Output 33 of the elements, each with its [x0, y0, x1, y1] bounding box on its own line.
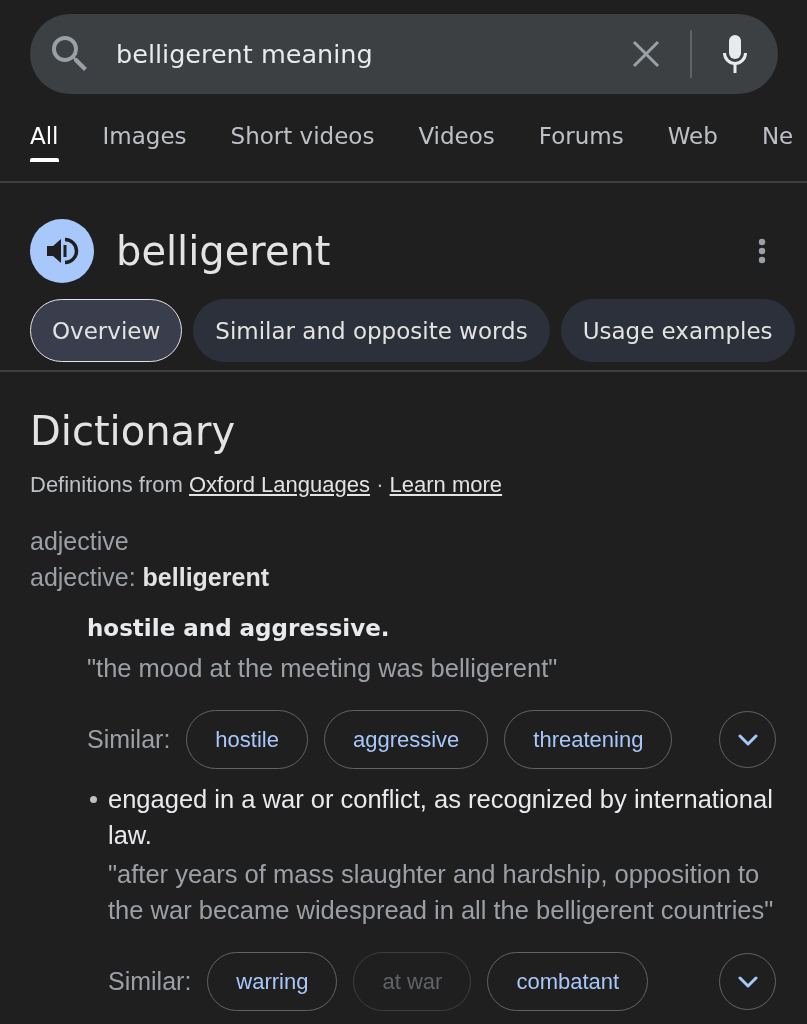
definition-text: engaged in a war or conflict, as recognized by international law.	[108, 784, 774, 851]
learn-more-link[interactable]: Learn more	[389, 472, 503, 497]
definition-heading: hostile and aggressive.	[87, 614, 391, 643]
clear-icon[interactable]	[632, 40, 660, 68]
example-sentence: "the mood at the meeting was belligerent"	[87, 653, 559, 684]
section-chip[interactable]: Usage examples	[560, 299, 795, 362]
chevron-down-icon	[737, 975, 758, 988]
bullet-icon	[89, 795, 97, 803]
similar-label: Similar:	[108, 967, 192, 996]
search-tab[interactable]: Short videos	[230, 114, 375, 162]
source-link[interactable]: Oxford Languages	[188, 472, 370, 497]
search-tab[interactable]: Forums	[538, 114, 624, 162]
search-tab[interactable]: Images	[102, 114, 187, 162]
microphone-icon[interactable]	[722, 35, 748, 73]
search-tab[interactable]: All	[30, 114, 59, 162]
search-tab[interactable]: Videos	[418, 114, 495, 162]
headword-title: belligerent	[116, 228, 331, 274]
search-input[interactable]: belligerent meaning	[116, 39, 632, 69]
example-sentence: "after years of mass slaughter and hardship, opposition to the war became widespread in all the belligerent countries"	[108, 859, 775, 926]
search-field[interactable]: belligerent meaning	[30, 14, 778, 94]
headword-line: adjective: belligerent	[30, 562, 270, 593]
similar-label: Similar:	[87, 725, 171, 754]
chevron-down-icon	[737, 733, 758, 746]
part-of-speech: adjective	[30, 526, 130, 557]
search-tab[interactable]: Ne	[761, 114, 794, 162]
kebab-menu-icon[interactable]	[758, 238, 766, 264]
search-icon	[52, 36, 88, 72]
speaker-icon[interactable]	[30, 219, 94, 283]
section-title: Dictionary	[30, 407, 237, 456]
search-tab[interactable]: Web	[667, 114, 718, 162]
source-line: Definitions from Oxford Languages · Learn more	[30, 471, 504, 499]
section-chip[interactable]: Overview	[30, 299, 183, 362]
section-chip[interactable]: Similar and opposite words	[193, 299, 550, 362]
